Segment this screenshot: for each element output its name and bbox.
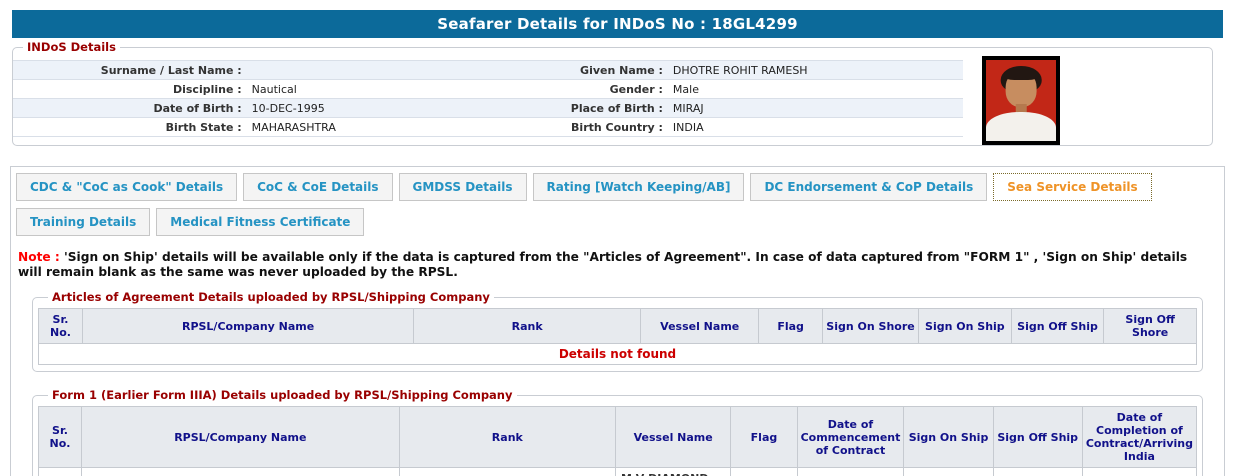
field-value: 10-DEC-1995 (247, 98, 567, 118)
field-value: DHOTRE ROHIT RAMESH (668, 60, 963, 80)
field-label: Given Name : (566, 60, 669, 80)
indos-details-section: INDoS Details Surname / Last Name : Given… (12, 40, 1213, 146)
field-label: Date of Birth : (13, 98, 248, 118)
photo-hair-fringe (1004, 68, 1038, 81)
indos-row: Surname / Last Name : Given Name : DHOTRE … (13, 60, 963, 80)
column-header: Date of Commencement of Contract (796, 406, 905, 468)
column-header: Date of Completion of Contract/Arriving … (1081, 406, 1198, 468)
column-header: Sign Off Ship (992, 406, 1083, 468)
column-header: Sign On Ship (903, 406, 994, 468)
field-value (247, 60, 567, 80)
form1-table: Sr. No. RPSL/Company Name Rank Vessel Name F… (37, 406, 1198, 476)
column-header: Vessel Name (615, 406, 732, 468)
page-title: Seafarer Details for INDoS No : 18GL4299 (12, 10, 1223, 38)
column-header: Sr. No. (37, 406, 83, 468)
field-value: Male (668, 79, 963, 99)
table-cell (903, 467, 994, 476)
column-header: Sign Off Shore (1103, 308, 1197, 344)
seafarer-photo (982, 56, 1060, 145)
column-header: Sign On Shore (821, 308, 920, 344)
articles-header-row: Sr. No. RPSL/Company Name Rank Vessel Name F… (38, 308, 1197, 344)
tab-gmdss-details[interactable]: GMDSS Details (398, 173, 527, 201)
tab-dc-endorsement-cop-details[interactable]: DC Endorsement & CoP Details (750, 173, 988, 201)
indos-table: Surname / Last Name : Given Name : DHOTRE … (13, 60, 963, 137)
column-header: Rank (413, 308, 642, 344)
column-header: RPSL/Company Name (81, 308, 415, 344)
column-header: Sign Off Ship (1010, 308, 1105, 344)
column-header: Flag (730, 406, 798, 468)
column-header: Sr. No. (38, 308, 83, 344)
field-value: INDIA (668, 117, 963, 137)
column-header: Vessel Name (640, 308, 760, 344)
articles-legend: Articles of Agreement Details uploaded b… (52, 290, 490, 304)
tabs: CDC & "CoC as Cook" Details CoC & CoE Det… (16, 173, 1219, 236)
note-text: 'Sign on Ship' details will be available… (18, 250, 1188, 279)
empty-message: Details not found (38, 343, 1197, 365)
photo-shirt (986, 111, 1056, 141)
indos-row: Birth State : MAHARASHTRA Birth Country :I… (13, 117, 963, 137)
form1-header-row: Sr. No. RPSL/Company Name Rank Vessel Name F… (37, 406, 1198, 468)
field-label: Surname / Last Name : (13, 60, 248, 80)
field-value: MIRAJ (668, 98, 963, 118)
tab-medical-fitness-certificate[interactable]: Medical Fitness Certificate (156, 208, 365, 236)
field-label: Gender : (566, 79, 669, 99)
field-label: Birth State : (13, 117, 248, 137)
field-value: Nautical (247, 79, 567, 99)
articles-table: Sr. No. RPSL/Company Name Rank Vessel Name F… (38, 308, 1197, 365)
table-cell: 28-OCT-2019 (796, 467, 905, 476)
column-header: RPSL/Company Name (81, 406, 400, 468)
indos-details-legend: INDoS Details (27, 40, 116, 54)
column-header: Flag (758, 308, 823, 344)
table-row: 1.SAILFAST MARITIME INDIA PRIVATE LIMITE… (37, 467, 1198, 476)
tab-rating-watch-keeping-ab[interactable]: Rating [Watch Keeping/AB] (532, 173, 745, 201)
form1-legend: Form 1 (Earlier Form IIIA) Details uploa… (52, 388, 513, 402)
table-cell (1081, 467, 1198, 476)
table-cell: Deck Cadet (398, 467, 617, 476)
field-label: Discipline : (13, 79, 248, 99)
tab-sea-service-details[interactable]: Sea Service Details (993, 173, 1152, 201)
note: Note : 'Sign on Ship' details will be av… (18, 250, 1215, 280)
table-cell (992, 467, 1083, 476)
articles-of-agreement-section: Articles of Agreement Details uploaded b… (32, 290, 1203, 372)
table-cell: FOREIGN (730, 467, 798, 476)
seafarer-details-page: Seafarer Details for INDoS No : 18GL4299… (0, 0, 1235, 476)
note-prefix: Note : (18, 250, 60, 264)
column-header: Rank (398, 406, 617, 468)
table-cell: M V DIAMOND WAY (615, 467, 732, 476)
indos-row: Date of Birth :10-DEC-1995 Place of Birth… (13, 98, 963, 118)
column-header: Sign On Ship (918, 308, 1012, 344)
tab-coc-coe-details[interactable]: CoC & CoE Details (243, 173, 393, 201)
table-row: Details not found (38, 343, 1197, 365)
field-value: MAHARASHTRA (247, 117, 567, 137)
table-cell: 1. (37, 467, 83, 476)
form1-section: Form 1 (Earlier Form IIIA) Details uploa… (32, 388, 1203, 476)
field-label: Place of Birth : (566, 98, 669, 118)
tab-cdc-coc-as-cook-details[interactable]: CDC & "CoC as Cook" Details (16, 173, 238, 201)
tab-training-details[interactable]: Training Details (16, 208, 151, 236)
indos-row: Discipline : Nautical Gender : Male (13, 79, 963, 99)
tab-content-panel: CDC & "CoC as Cook" Details CoC & CoE Det… (10, 166, 1225, 476)
field-label: Birth Country : (566, 117, 669, 137)
table-cell: SAILFAST MARITIME INDIA PRIVATE LIMITED (81, 467, 400, 476)
